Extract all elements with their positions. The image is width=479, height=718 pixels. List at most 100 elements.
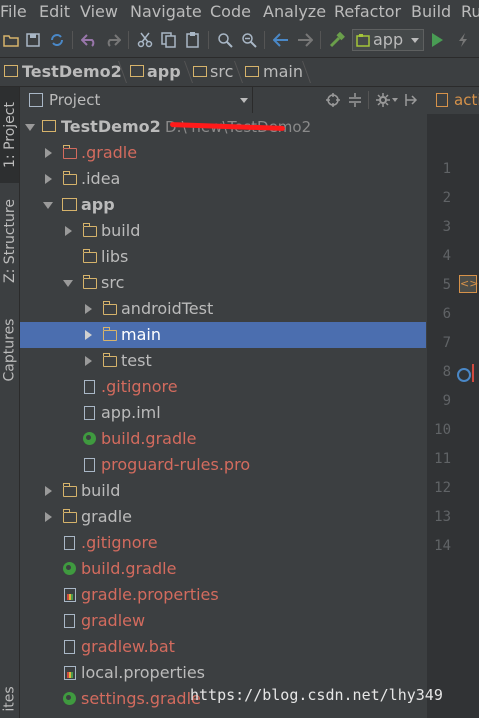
tree-row[interactable]: .gitignore bbox=[20, 374, 426, 400]
collapsed-arrow-icon[interactable] bbox=[65, 226, 72, 236]
tab-favorites[interactable]: ites bbox=[0, 683, 19, 715]
tree-row[interactable]: gradle bbox=[20, 504, 426, 530]
tree-row-selected[interactable]: main bbox=[20, 322, 426, 348]
make-project-icon[interactable] bbox=[328, 31, 346, 49]
folder-icon bbox=[102, 327, 117, 341]
collapsed-arrow-icon[interactable] bbox=[85, 330, 92, 340]
collapsed-arrow-icon[interactable] bbox=[45, 512, 52, 522]
menu-navigate[interactable]: Navigate bbox=[130, 0, 202, 23]
tree-label: gradlew bbox=[81, 611, 146, 630]
collapsed-arrow-icon[interactable] bbox=[85, 304, 92, 314]
tree-label: test bbox=[121, 351, 152, 370]
tree-label: TestDemo2 bbox=[61, 117, 161, 136]
project-view-selector[interactable] bbox=[20, 87, 253, 113]
tree-row[interactable]: .idea bbox=[20, 166, 426, 192]
tree-label: libs bbox=[101, 247, 129, 266]
menu-refactor[interactable]: Refactor bbox=[334, 0, 401, 23]
run-icon[interactable] bbox=[428, 31, 446, 49]
run-config-label: app bbox=[373, 30, 404, 49]
project-folder-icon bbox=[42, 120, 56, 132]
cut-icon[interactable] bbox=[136, 31, 154, 49]
properties-file-icon bbox=[64, 666, 76, 680]
collapsed-arrow-icon[interactable] bbox=[45, 148, 52, 158]
find-icon[interactable] bbox=[216, 31, 234, 49]
tree-label: .gitignore bbox=[101, 377, 178, 396]
line-number: 6 bbox=[442, 306, 451, 322]
gear-icon[interactable] bbox=[376, 93, 390, 107]
copy-icon[interactable] bbox=[160, 31, 178, 49]
editor-tab[interactable]: acti bbox=[431, 87, 479, 113]
tree-row[interactable]: gradle.properties bbox=[20, 582, 426, 608]
collapsed-arrow-icon[interactable] bbox=[45, 486, 52, 496]
tab-captures[interactable]: Captures bbox=[0, 307, 19, 393]
sync-icon[interactable] bbox=[48, 31, 66, 49]
tree-row-root[interactable]: TestDemo2 D:\ new\TestDemo2 bbox=[20, 114, 426, 140]
run-config-select[interactable]: app bbox=[352, 29, 424, 51]
line-number: 5 bbox=[442, 277, 451, 293]
tree-label: build.gradle bbox=[101, 429, 197, 448]
tree-label: build.gradle bbox=[81, 559, 177, 578]
menu-view[interactable]: View bbox=[80, 0, 118, 23]
tree-row[interactable]: test bbox=[20, 348, 426, 374]
menu-file[interactable]: File bbox=[0, 0, 27, 23]
collapse-icon[interactable] bbox=[348, 93, 362, 107]
tree-row[interactable]: proguard-rules.pro bbox=[20, 452, 426, 478]
paste-icon[interactable] bbox=[184, 31, 202, 49]
gear-dropdown-icon[interactable] bbox=[392, 98, 398, 102]
tree-row[interactable]: libs bbox=[20, 244, 426, 270]
tree-row[interactable]: app bbox=[20, 192, 426, 218]
toolbar: app bbox=[0, 23, 479, 58]
menu-build[interactable]: Build bbox=[411, 0, 451, 23]
replace-icon[interactable] bbox=[240, 31, 258, 49]
back-icon[interactable] bbox=[272, 31, 290, 49]
undo-icon[interactable] bbox=[80, 31, 98, 49]
forward-icon[interactable] bbox=[296, 31, 314, 49]
redo-icon[interactable] bbox=[104, 31, 122, 49]
tree-row[interactable]: gradlew bbox=[20, 608, 426, 634]
override-marker-icon[interactable] bbox=[457, 368, 471, 382]
toolbar-separator bbox=[264, 31, 265, 49]
folder-icon bbox=[62, 483, 77, 497]
tab-structure[interactable]: Z: Structure bbox=[0, 191, 19, 291]
tree-row[interactable]: .gradle bbox=[20, 140, 426, 166]
tree-row[interactable]: build.gradle bbox=[20, 556, 426, 582]
tree-row[interactable]: app.iml bbox=[20, 400, 426, 426]
save-icon[interactable] bbox=[24, 31, 42, 49]
menu-analyze[interactable]: Analyze bbox=[263, 0, 326, 23]
folder-icon bbox=[102, 301, 117, 315]
target-icon[interactable] bbox=[326, 93, 340, 107]
open-folder-icon[interactable] bbox=[2, 31, 20, 49]
toolbar-separator bbox=[72, 31, 73, 49]
tree-row[interactable]: androidTest bbox=[20, 296, 426, 322]
collapsed-arrow-icon[interactable] bbox=[85, 356, 92, 366]
toolbar-separator bbox=[208, 31, 209, 49]
line-number: 9 bbox=[442, 393, 451, 409]
expanded-arrow-icon[interactable] bbox=[43, 202, 53, 209]
menu-edit[interactable]: Edit bbox=[39, 0, 70, 23]
tree-row[interactable]: build bbox=[20, 218, 426, 244]
tree-row[interactable]: .gitignore bbox=[20, 530, 426, 556]
menu-run[interactable]: Ru bbox=[461, 0, 479, 23]
tree-row[interactable]: build.gradle bbox=[20, 426, 426, 452]
expanded-arrow-icon[interactable] bbox=[25, 124, 35, 131]
pin-icon[interactable] bbox=[404, 93, 418, 107]
tab-project[interactable]: 1: Project bbox=[0, 87, 19, 183]
line-number: 13 bbox=[434, 509, 451, 525]
layout-preview-icon[interactable]: <> bbox=[459, 275, 478, 293]
module-folder-icon bbox=[130, 65, 144, 77]
tree-row[interactable]: build bbox=[20, 478, 426, 504]
project-panel-header: Project bbox=[20, 87, 426, 115]
menu-code[interactable]: Code bbox=[210, 0, 251, 23]
tree-row[interactable]: src bbox=[20, 270, 426, 296]
tree-row[interactable]: gradlew.bat bbox=[20, 634, 426, 660]
debug-icon[interactable] bbox=[454, 31, 472, 49]
line-number: 1 bbox=[442, 161, 451, 177]
toolbar-separator bbox=[128, 31, 129, 49]
breadcrumb-project[interactable]: TestDemo2 bbox=[22, 58, 122, 86]
collapsed-arrow-icon[interactable] bbox=[45, 174, 52, 184]
tree-row[interactable]: local.properties bbox=[20, 660, 426, 686]
expanded-arrow-icon[interactable] bbox=[63, 280, 73, 287]
up-arrow-icon[interactable] bbox=[472, 364, 474, 382]
editor-gutter: 1 2 3 4 5 6 7 8 9 10 11 12 13 14 <> bbox=[427, 114, 479, 718]
folder-icon bbox=[62, 145, 77, 159]
